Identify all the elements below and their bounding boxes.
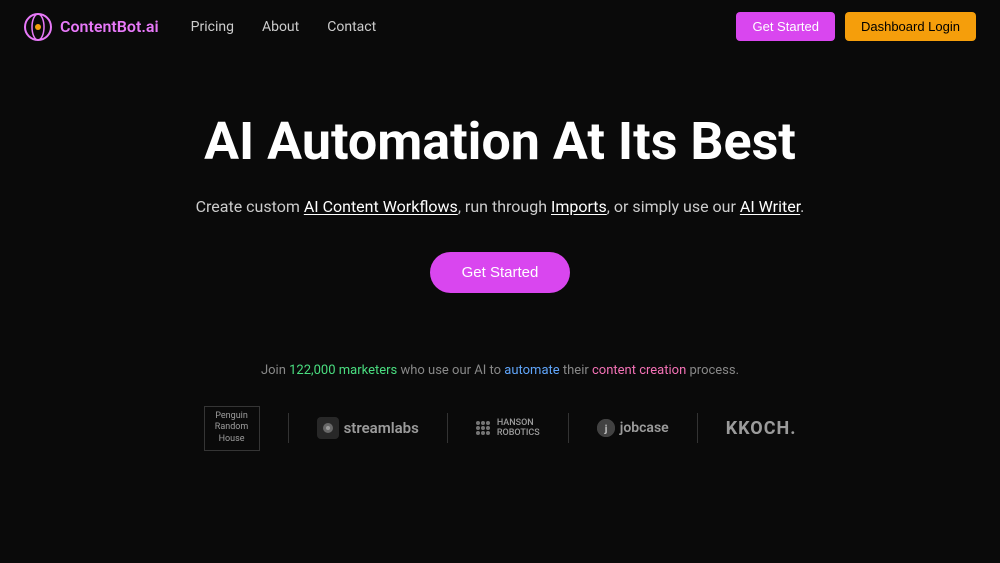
hero-link-imports[interactable]: Imports <box>551 197 607 216</box>
social-proof-highlight-pink: content creation <box>592 363 686 378</box>
streamlabs-label: streamlabs <box>344 419 419 437</box>
hero-link-workflows[interactable]: AI Content Workflows <box>304 197 458 216</box>
navbar: ContentBot.ai Pricing About Contact Get … <box>0 0 1000 53</box>
brand-streamlabs: streamlabs <box>317 417 419 439</box>
navbar-right: Get Started Dashboard Login <box>736 12 976 41</box>
social-proof-highlight-green: 122,000 marketers <box>289 363 397 378</box>
svg-text:j: j <box>603 424 607 435</box>
social-proof-section: Join 122,000 marketers who use our AI to… <box>0 363 1000 451</box>
nav-links: Pricing About Contact <box>191 19 377 35</box>
koch-label: KKOCH. <box>726 418 797 439</box>
hanson-grid-icon <box>476 421 490 435</box>
streamlabs-container: streamlabs <box>317 417 419 439</box>
social-proof-plain2: who use our AI to <box>397 363 504 378</box>
navbar-left: ContentBot.ai Pricing About Contact <box>24 13 376 41</box>
social-proof-highlight-blue: automate <box>504 363 559 378</box>
hanson-container: HANSON ROBOTICS <box>476 418 540 438</box>
brand-divider-4 <box>697 413 698 443</box>
brands-row: Penguin Random House streamlabs <box>204 406 797 451</box>
logo-text-part1: ContentBot <box>60 17 141 36</box>
nav-link-about[interactable]: About <box>262 19 299 35</box>
jobcase-icon: j <box>597 419 615 437</box>
logo-text: ContentBot.ai <box>60 17 159 36</box>
hero-title: AI Automation At Its Best <box>204 113 796 170</box>
jobcase-container: j jobcase <box>597 419 669 437</box>
hanson-label2: ROBOTICS <box>497 428 540 438</box>
get-started-nav-button[interactable]: Get Started <box>736 12 834 41</box>
hero-link-ai-writer[interactable]: AI Writer <box>740 197 800 216</box>
dashboard-login-button[interactable]: Dashboard Login <box>845 12 976 41</box>
brand-penguin: Penguin Random House <box>204 406 260 451</box>
hero-subtitle-plain3: , or simply use our <box>607 197 740 216</box>
brand-hanson: HANSON ROBOTICS <box>476 418 540 438</box>
brand-penguin-label: Penguin Random House <box>204 406 260 451</box>
brand-jobcase: j jobcase <box>597 419 669 437</box>
brand-divider-3 <box>568 413 569 443</box>
social-proof-plain1: Join <box>261 363 289 378</box>
brand-koch: KKOCH. <box>726 418 797 439</box>
hero-subtitle-plain2: , run through <box>458 197 551 216</box>
social-proof-plain3: their <box>560 363 592 378</box>
hanson-label1: HANSON <box>497 418 540 428</box>
social-proof-plain4: process. <box>686 363 739 378</box>
hero-section: AI Automation At Its Best Create custom … <box>0 53 1000 323</box>
social-proof-text: Join 122,000 marketers who use our AI to… <box>261 363 739 378</box>
hero-subtitle: Create custom AI Content Workflows, run … <box>196 194 805 220</box>
brand-divider-1 <box>288 413 289 443</box>
logo-text-part2: .ai <box>141 17 158 36</box>
hero-subtitle-plain1: Create custom <box>196 197 304 216</box>
nav-link-pricing[interactable]: Pricing <box>191 19 234 35</box>
hero-subtitle-plain4: . <box>800 197 804 216</box>
streamlabs-icon <box>317 417 339 439</box>
brand-divider-2 <box>447 413 448 443</box>
get-started-hero-button[interactable]: Get Started <box>430 252 571 293</box>
nav-link-contact[interactable]: Contact <box>327 19 376 35</box>
logo[interactable]: ContentBot.ai <box>24 13 159 41</box>
jobcase-label: jobcase <box>620 420 669 436</box>
logo-icon <box>24 13 52 41</box>
